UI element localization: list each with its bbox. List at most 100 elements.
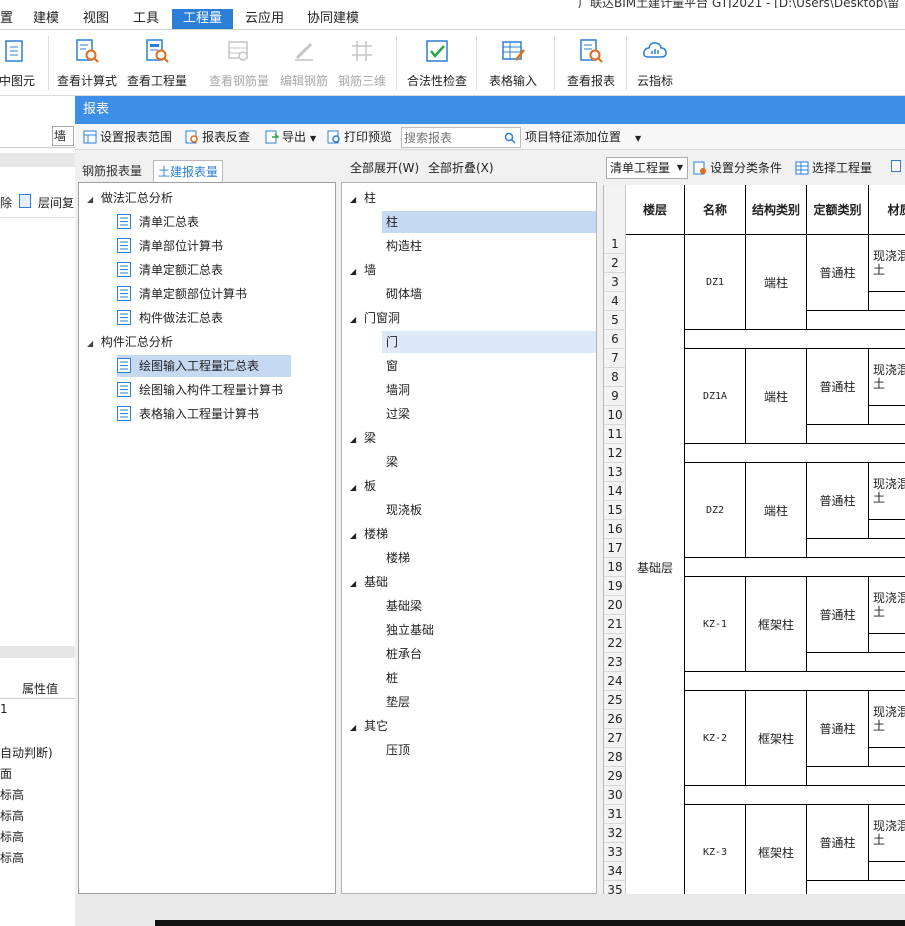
material-cell[interactable]: 现浇混凝土 xyxy=(869,805,905,862)
tree-item-bill-quota-summary[interactable]: 清单定额汇总表 xyxy=(117,259,223,281)
struct-type-cell[interactable]: 端柱 xyxy=(746,235,807,330)
export-button[interactable]: 导出 ▼ xyxy=(265,124,316,150)
tree-item[interactable]: 垫层 xyxy=(386,691,410,713)
tree-item[interactable]: 独立基础 xyxy=(386,619,434,641)
tree-group[interactable]: ◢ 柱 xyxy=(350,187,376,209)
legality-check-button[interactable]: 合法性检查 xyxy=(402,34,472,92)
column-header[interactable]: 材质 xyxy=(869,185,905,235)
column-header[interactable]: 楼层 xyxy=(626,185,685,235)
tree-item[interactable]: 构造柱 xyxy=(386,235,422,257)
blank-cell[interactable] xyxy=(807,311,905,330)
quota-type-cell[interactable]: 普通柱 xyxy=(807,235,869,311)
tree-item-bill-quota-position[interactable]: 清单定额部位计算书 xyxy=(117,283,247,305)
material-sub-cell[interactable] xyxy=(869,292,905,311)
material-sub-cell[interactable] xyxy=(869,748,905,767)
row-number[interactable]: 13 xyxy=(604,463,626,482)
material-cell[interactable]: 现浇混凝土 xyxy=(869,235,905,292)
tree-item[interactable]: 现浇板 xyxy=(386,499,422,521)
menu-settings[interactable]: 置 xyxy=(0,9,14,29)
menu-cloud-apps[interactable]: 云应用 xyxy=(245,9,291,29)
row-number[interactable]: 32 xyxy=(604,824,626,843)
copy-icon[interactable] xyxy=(891,160,903,174)
cloud-index-button[interactable]: 云指标 xyxy=(630,34,680,92)
tree-item-bill-position[interactable]: 清单部位计算书 xyxy=(117,235,223,257)
row-number[interactable]: 11 xyxy=(604,425,626,444)
row-number[interactable]: 3 xyxy=(604,273,626,292)
expand-all-button[interactable]: 全部展开(W) xyxy=(350,154,419,182)
material-sub-cell[interactable] xyxy=(869,406,905,425)
row-number[interactable]: 23 xyxy=(604,653,626,672)
tree-group[interactable]: ◢ 基础 xyxy=(350,571,388,593)
row-number[interactable]: 19 xyxy=(604,577,626,596)
print-preview-button[interactable]: 打印预览 xyxy=(327,124,392,150)
component-name-cell[interactable]: DZ2 xyxy=(685,463,746,558)
view-formula-button[interactable]: 查看计算式 xyxy=(54,34,120,92)
subtotal-cell[interactable]: 小计 xyxy=(685,558,905,577)
struct-type-cell[interactable]: 框架柱 xyxy=(746,577,807,672)
column-header[interactable]: 名称 xyxy=(685,185,746,235)
report-check-button[interactable]: 报表反查 xyxy=(185,124,250,150)
collapse-arrow-icon[interactable]: ◢ xyxy=(87,333,97,355)
row-number[interactable]: 8 xyxy=(604,368,626,387)
component-name-cell[interactable]: KZ-3 xyxy=(685,805,746,895)
collapse-arrow-icon[interactable]: ◢ xyxy=(350,309,364,331)
tree-item-bill-summary[interactable]: 清单汇总表 xyxy=(117,211,199,233)
tree-group-component-summary[interactable]: ◢ 构件汇总分析 xyxy=(87,331,173,353)
quota-type-cell[interactable]: 普通柱 xyxy=(807,805,869,881)
tree-item[interactable]: 墙洞 xyxy=(386,379,410,401)
struct-type-cell[interactable]: 端柱 xyxy=(746,349,807,444)
menu-modeling[interactable]: 建模 xyxy=(33,9,67,29)
tree-item[interactable]: 楼梯 xyxy=(386,547,410,569)
menu-view[interactable]: 视图 xyxy=(83,9,117,29)
row-number[interactable]: 20 xyxy=(604,596,626,615)
blank-cell[interactable] xyxy=(807,767,905,786)
material-sub-cell[interactable] xyxy=(869,634,905,653)
struct-type-cell[interactable]: 框架柱 xyxy=(746,691,807,786)
menu-quantity[interactable]: 工程量 xyxy=(172,9,233,29)
tree-group[interactable]: ◢ 其它 xyxy=(350,715,388,737)
menu-collab-modeling[interactable]: 协同建模 xyxy=(307,9,367,29)
collapse-arrow-icon[interactable]: ◢ xyxy=(350,429,364,451)
row-number[interactable]: 6 xyxy=(604,330,626,349)
component-name-cell[interactable]: DZ1 xyxy=(685,235,746,330)
tree-group-method-summary[interactable]: ◢ 做法汇总分析 xyxy=(87,187,173,209)
tree-item[interactable]: 桩 xyxy=(386,667,398,689)
view-quantity-button[interactable]: 查看工程量 xyxy=(124,34,190,92)
tree-item-table-input-calc[interactable]: 表格输入工程量计算书 xyxy=(117,403,259,425)
material-cell[interactable]: 现浇混凝土 xyxy=(869,691,905,748)
material-sub-cell[interactable] xyxy=(869,862,905,881)
tree-item[interactable]: 窗 xyxy=(386,355,398,377)
tree-item[interactable]: 梁 xyxy=(386,451,398,473)
tree-group[interactable]: ◢ 楼梯 xyxy=(350,523,388,545)
material-cell[interactable]: 现浇混凝土 xyxy=(869,349,905,406)
collapse-arrow-icon[interactable]: ◢ xyxy=(350,189,364,211)
component-name-cell[interactable]: DZ1A xyxy=(685,349,746,444)
set-report-range-button[interactable]: 设置报表范围 xyxy=(83,124,172,150)
row-number[interactable]: 15 xyxy=(604,501,626,520)
collapse-arrow-icon[interactable]: ◢ xyxy=(350,573,364,595)
quota-type-cell[interactable]: 普通柱 xyxy=(807,463,869,539)
row-number[interactable]: 35 xyxy=(604,881,626,895)
floor-copy-button[interactable]: 层间复 xyxy=(38,194,74,211)
collapse-arrow-icon[interactable]: ◢ xyxy=(350,261,364,283)
row-number[interactable]: 31 xyxy=(604,805,626,824)
row-number[interactable]: 2 xyxy=(604,254,626,273)
quota-type-cell[interactable]: 普通柱 xyxy=(807,349,869,425)
search-icon[interactable] xyxy=(504,132,516,144)
row-number[interactable]: 18 xyxy=(604,558,626,577)
wall-combo[interactable]: 墙围 xyxy=(52,126,74,146)
row-number[interactable]: 34 xyxy=(604,862,626,881)
tab-civil-report[interactable]: 土建报表量 xyxy=(153,160,224,182)
view-rebar-button[interactable]: 查看钢筋量 xyxy=(204,34,274,92)
tree-item[interactable]: 柱 xyxy=(382,211,596,233)
row-number[interactable]: 1 xyxy=(604,235,626,254)
edit-rebar-button[interactable]: 编辑钢筋 xyxy=(276,34,332,92)
blank-cell[interactable] xyxy=(807,881,905,895)
row-number[interactable]: 14 xyxy=(604,482,626,501)
row-number[interactable]: 9 xyxy=(604,387,626,406)
row-number[interactable]: 33 xyxy=(604,843,626,862)
row-number[interactable]: 24 xyxy=(604,672,626,691)
quota-type-cell[interactable]: 普通柱 xyxy=(807,577,869,653)
row-number[interactable]: 5 xyxy=(604,311,626,330)
row-number[interactable]: 26 xyxy=(604,710,626,729)
